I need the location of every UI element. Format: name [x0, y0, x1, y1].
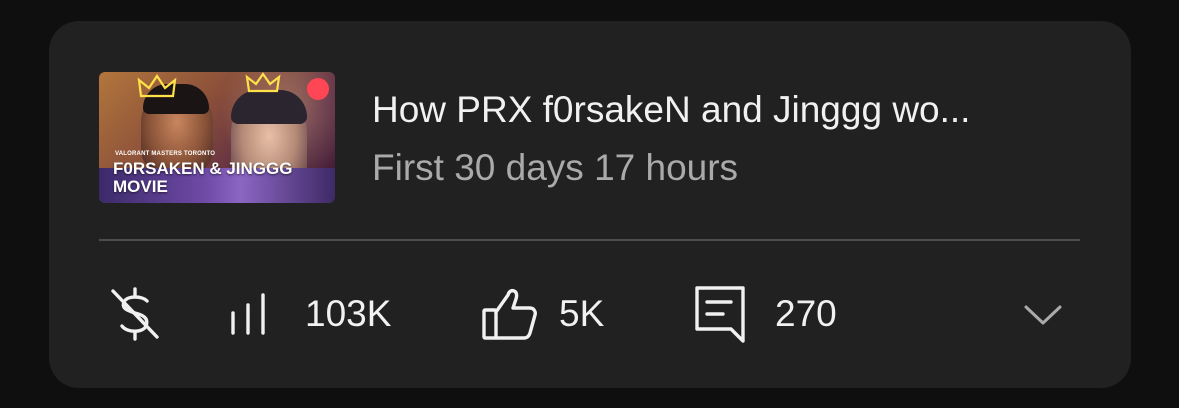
- crown-icon: [137, 74, 177, 98]
- video-analytics-card: VALORANT MASTERS TORONTO F0RSAKEN & JING…: [49, 21, 1131, 388]
- thumbnail-event-text: VALORANT MASTERS TORONTO: [115, 151, 216, 157]
- valorant-logo: [307, 78, 329, 100]
- dollar-slash-icon: [107, 283, 163, 345]
- chevron-down-icon[interactable]: [1023, 303, 1063, 327]
- views-count: 103K: [305, 293, 392, 334]
- thumbnail-hair-right: [231, 90, 307, 124]
- comment-icon: [693, 283, 747, 345]
- likes-stat[interactable]: 5K: [481, 283, 604, 345]
- video-title[interactable]: How PRX f0rsakeN and Jinggg wo...: [372, 89, 1072, 131]
- thumbnail-title-line2: MOVIE: [113, 177, 168, 196]
- monetization-status[interactable]: [107, 283, 163, 345]
- comments-stat[interactable]: 270: [693, 283, 837, 345]
- video-thumbnail[interactable]: VALORANT MASTERS TORONTO F0RSAKEN & JING…: [99, 72, 335, 203]
- thumbs-up-icon: [481, 283, 539, 345]
- crown-icon: [245, 72, 281, 93]
- thumbnail-title-line1: F0RSAKEN & JINGGG: [113, 159, 293, 178]
- likes-count: 5K: [559, 293, 605, 334]
- divider: [99, 239, 1080, 241]
- comments-count: 270: [775, 293, 837, 334]
- video-time-range: First 30 days 17 hours: [372, 147, 739, 188]
- views-stat[interactable]: 103K: [227, 283, 391, 345]
- bar-chart-icon: [227, 283, 271, 345]
